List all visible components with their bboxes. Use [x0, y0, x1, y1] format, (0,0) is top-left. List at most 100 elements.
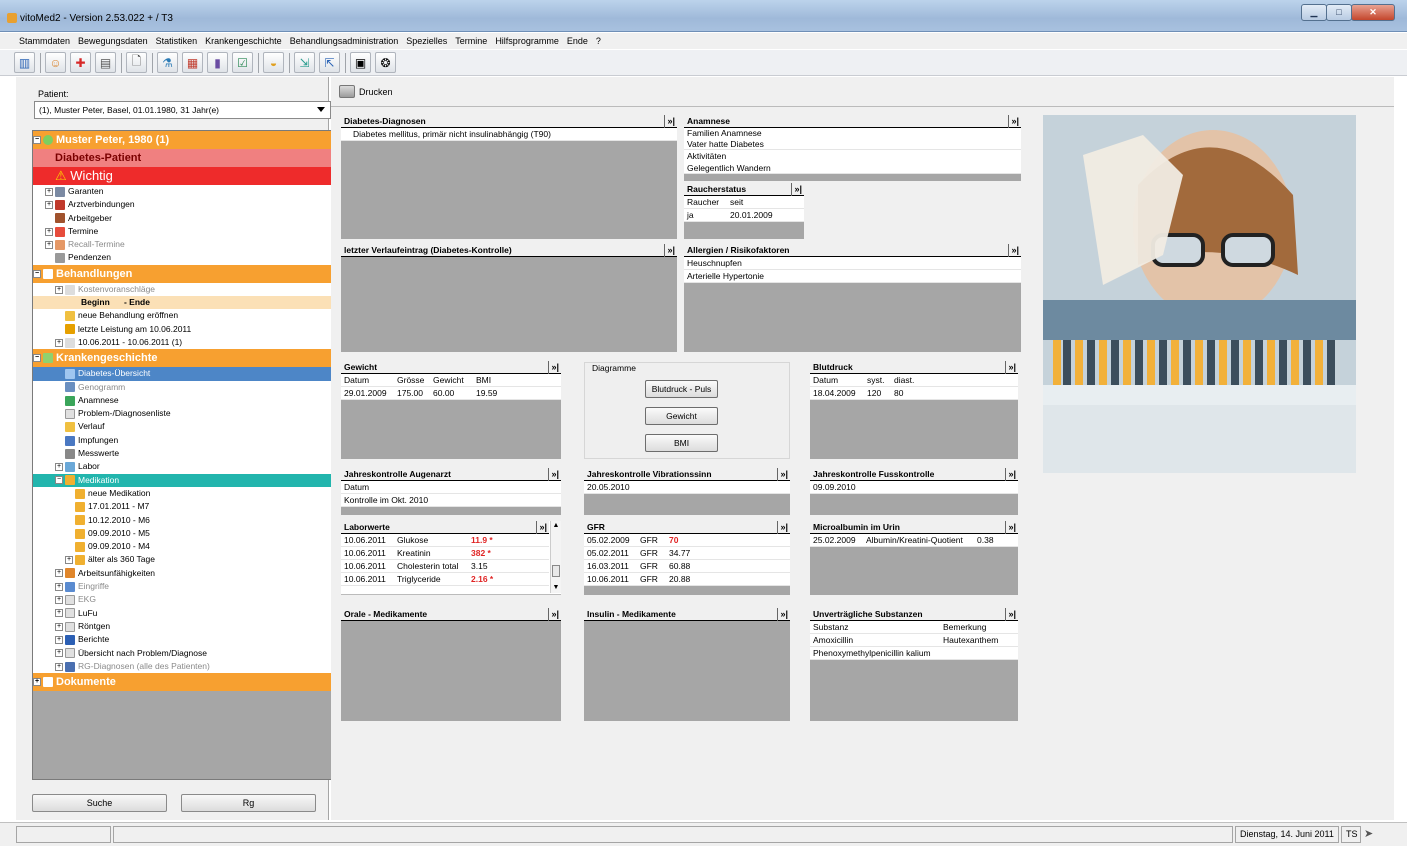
expand-icon[interactable]: +: [55, 609, 63, 618]
tree-item-m6[interactable]: 10.12.2010 - M6: [33, 514, 333, 527]
collapse-icon[interactable]: −: [33, 269, 41, 278]
expand-widget-button[interactable]: »|: [536, 521, 547, 534]
tree-item-anamnese[interactable]: Anamnese: [33, 394, 333, 407]
panel-toggle-icon[interactable]: ▥: [14, 52, 35, 73]
collapse-icon[interactable]: −: [33, 136, 41, 145]
menu-bewegungsdaten[interactable]: Bewegungsdaten: [74, 33, 152, 46]
bmi-diagram-button[interactable]: BMI: [645, 434, 718, 452]
database-icon[interactable]: ▤: [95, 52, 116, 73]
scroll-thumb[interactable]: [552, 565, 560, 577]
tree-item-uebersicht-problem[interactable]: + Übersicht nach Problem/Diagnose: [33, 647, 333, 660]
blutdruck-puls-button[interactable]: Blutdruck - Puls: [645, 380, 718, 398]
expand-icon[interactable]: +: [55, 569, 63, 578]
tree-item-diabetes-uebersicht[interactable]: Diabetes-Übersicht: [33, 367, 333, 381]
tree-item-garanten[interactable]: + Garanten: [33, 185, 333, 198]
expand-icon[interactable]: +: [55, 635, 63, 644]
tree-item-letzte-leistung[interactable]: letzte Leistung am 10.06.2011: [33, 323, 333, 336]
expand-widget-button[interactable]: »|: [1008, 115, 1019, 128]
menu-krankengeschichte[interactable]: Krankengeschichte: [201, 33, 286, 46]
maximize-button[interactable]: □: [1326, 4, 1352, 21]
tree-item-neue-medikation[interactable]: neue Medikation: [33, 487, 333, 500]
expand-icon[interactable]: +: [33, 678, 41, 687]
expand-widget-button[interactable]: »|: [548, 608, 559, 621]
scroll-up-icon[interactable]: ▲: [551, 521, 561, 531]
tree-item-kostenvoranschlaege[interactable]: + Kostenvoranschläge: [33, 283, 333, 296]
tree-krankengeschichte-header[interactable]: − Krankengeschichte: [33, 349, 333, 368]
drucken-button[interactable]: Drucken: [339, 85, 393, 98]
close-button[interactable]: ✕: [1351, 4, 1395, 21]
expand-widget-button[interactable]: »|: [777, 521, 788, 534]
expand-widget-button[interactable]: »|: [1005, 361, 1016, 374]
expand-widget-button[interactable]: »|: [664, 115, 675, 128]
tree-item-arbeitsunfaehigkeiten[interactable]: + Arbeitsunfähigkeiten: [33, 567, 333, 580]
tree-item-verlauf[interactable]: Verlauf: [33, 420, 333, 433]
tree-item-labor[interactable]: + Labor: [33, 460, 333, 473]
rg-button[interactable]: Rg: [181, 794, 316, 812]
tree-item-rg-diagnosen[interactable]: + RG-Diagnosen (alle des Patienten): [33, 660, 333, 673]
menu-help[interactable]: ?: [592, 33, 605, 46]
tree-item-genogramm[interactable]: Genogramm: [33, 381, 333, 394]
tree-item-messwerte[interactable]: Messwerte: [33, 447, 333, 460]
book-icon[interactable]: ▮: [207, 52, 228, 73]
patient-icon[interactable]: ☺: [45, 52, 66, 73]
menu-termine[interactable]: Termine: [451, 33, 491, 46]
tree-medikation-header[interactable]: − Medikation: [33, 473, 333, 487]
tree-item-arbeitgeber[interactable]: Arbeitgeber: [33, 212, 333, 225]
monitor-icon[interactable]: ▣: [350, 52, 371, 73]
tree-item-neue-behandlung[interactable]: neue Behandlung eröffnen: [33, 309, 333, 322]
expand-icon[interactable]: +: [55, 596, 63, 605]
expand-icon[interactable]: +: [65, 556, 73, 565]
tree-item-pendenzen[interactable]: Pendenzen: [33, 251, 333, 264]
expand-widget-button[interactable]: »|: [777, 468, 788, 481]
expand-widget-button[interactable]: »|: [664, 244, 675, 257]
expand-icon[interactable]: +: [55, 649, 63, 658]
medical-cross-icon[interactable]: ✚: [70, 52, 91, 73]
expand-widget-button[interactable]: »|: [1005, 468, 1016, 481]
expand-icon[interactable]: +: [45, 201, 53, 210]
expand-widget-button[interactable]: »|: [791, 183, 802, 196]
tree-item-impfungen[interactable]: Impfungen: [33, 434, 333, 447]
collapse-icon[interactable]: −: [33, 354, 41, 363]
expand-icon[interactable]: +: [55, 285, 63, 294]
tree-item-period[interactable]: +10.06.2011 - 10.06.2011 (1): [33, 336, 333, 349]
document-preview-icon[interactable]: 🗋: [126, 52, 147, 73]
collapse-icon[interactable]: −: [55, 476, 63, 485]
expand-icon[interactable]: +: [55, 662, 63, 671]
expand-icon[interactable]: +: [45, 240, 53, 249]
tree-item-m4[interactable]: 09.09.2010 - M4: [33, 540, 333, 553]
expand-widget-button[interactable]: »|: [1008, 244, 1019, 257]
export-icon[interactable]: ⇱: [319, 52, 340, 73]
expand-icon[interactable]: +: [55, 463, 63, 472]
tree-item-aelter[interactable]: + älter als 360 Tage: [33, 553, 333, 566]
tree-behandlungen-header[interactable]: − Behandlungen: [33, 264, 333, 283]
import-icon[interactable]: ⇲: [294, 52, 315, 73]
tree-dokumente-header[interactable]: + Dokumente: [33, 673, 333, 692]
expand-widget-button[interactable]: »|: [1005, 608, 1016, 621]
tree-item-problemliste[interactable]: Problem-/Diagnosenliste: [33, 407, 333, 420]
expand-widget-button[interactable]: »|: [777, 608, 788, 621]
expand-widget-button[interactable]: »|: [1005, 521, 1016, 534]
menu-ende[interactable]: Ende: [563, 33, 592, 46]
tree-item-recall-termine[interactable]: + Recall-Termine: [33, 238, 333, 251]
menu-stammdaten[interactable]: Stammdaten: [0, 33, 74, 46]
scroll-down-icon[interactable]: ▼: [551, 583, 561, 593]
tree-wichtig[interactable]: ⚠ Wichtig: [33, 167, 333, 185]
tree-item-ekg[interactable]: + EKG: [33, 593, 333, 606]
tree-item-berichte[interactable]: + Berichte: [33, 633, 333, 646]
tree-item-m5[interactable]: 09.09.2010 - M5: [33, 527, 333, 540]
expand-icon[interactable]: +: [55, 338, 63, 347]
expand-icon[interactable]: +: [45, 187, 53, 196]
tree-patient-header[interactable]: − Muster Peter, 1980 (1): [33, 131, 333, 149]
tree-item-eingriffe[interactable]: + Eingriffe: [33, 580, 333, 593]
tree-item-termine[interactable]: + Termine: [33, 225, 333, 238]
chevron-down-icon[interactable]: [317, 107, 325, 112]
menu-hilfsprogramme[interactable]: Hilfsprogramme: [491, 33, 563, 46]
tree-item-lufu[interactable]: + LuFu: [33, 607, 333, 620]
minimize-button[interactable]: ▁: [1301, 4, 1327, 21]
pill-icon[interactable]: ◒: [263, 52, 284, 73]
tree-item-m7[interactable]: 17.01.2011 - M7: [33, 500, 333, 513]
tree-diabetes-patient[interactable]: Diabetes-Patient: [33, 149, 333, 167]
expand-icon[interactable]: +: [55, 582, 63, 591]
menu-spezielles[interactable]: Spezielles: [402, 33, 451, 46]
expand-widget-button[interactable]: »|: [548, 468, 559, 481]
